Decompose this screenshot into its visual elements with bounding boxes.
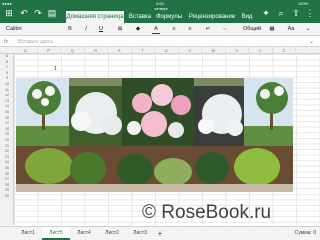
undo-icon[interactable]: ↶ [19,8,29,18]
formula-input[interactable]: Вставьте здесь [18,37,53,47]
sheet-tab[interactable]: Лист3 [126,227,154,240]
row-headers: 5 6 7 8 9 10 11 12 13 14 15 16 17 18 19 … [0,54,14,225]
status-sum: Сумма: 0 [294,230,316,236]
column-header[interactable]: W [202,47,226,54]
row-header[interactable]: 30 [0,194,14,200]
column-header[interactable]: Z [273,47,296,54]
excel-app: ●●●● 3:00 четверг 100% ⊞ ↶ ↷ ▤ Домашняя … [0,0,320,240]
status-battery: 100% [298,1,309,6]
status-left: ●●●● [2,1,12,6]
italic-icon[interactable]: I [82,25,90,34]
font-color-icon[interactable]: A [152,25,160,34]
watermark: © RoseBook.ru [142,202,272,223]
file-icon[interactable]: ▤ [47,8,57,18]
fx-icon: fx [4,39,8,45]
share-icon[interactable]: ⇪ [291,8,301,18]
conditional-format-icon[interactable]: ▦ [268,25,276,34]
expand-icon[interactable]: ⌄ [309,37,314,47]
ribbon: ●●●● 3:00 четверг 100% ⊞ ↶ ↷ ▤ Домашняя … [0,0,320,23]
home-toolbar: Calibri B I U ⊞ ◆ A ≡ ≡ ↵ ⇔ Общий ▦ Аа ⌄ [0,23,320,36]
sheet-tab[interactable]: Лист1 [14,227,42,240]
garden-photo-collage[interactable] [16,78,293,192]
column-header[interactable]: O [14,47,38,54]
fill-color-icon[interactable]: ◆ [134,25,142,34]
underline-icon[interactable]: U [97,25,105,34]
number-format[interactable]: Общий [240,25,264,34]
column-header[interactable]: S [108,47,132,54]
column-header[interactable]: P [38,47,61,54]
column-header[interactable]: U [155,47,179,54]
garden-photo-image [16,78,293,192]
chevron-down-icon[interactable]: ⌄ [304,25,312,34]
column-header[interactable]: R [85,47,108,54]
tab-home[interactable]: Домашняя страница [66,11,124,23]
tab-formulas[interactable]: Формулы [155,11,183,23]
more-icon[interactable]: ⋮ [305,8,315,18]
styles-icon[interactable]: Аа [285,25,297,34]
sheet-tab-active[interactable]: Лист5 [42,227,70,240]
search-icon[interactable]: ⌕ [276,8,286,18]
sheet-tab[interactable]: Лист4 [70,227,98,240]
align-left-icon[interactable]: ≡ [170,25,178,34]
align-center-icon[interactable]: ≡ [186,25,194,34]
column-header[interactable]: Q [61,47,85,54]
cell-value[interactable]: 1 [54,66,57,72]
tab-insert[interactable]: Вставка [126,11,154,23]
redo-icon[interactable]: ↷ [33,8,43,18]
sheet-tabs-bar: Лист1 Лист5 Лист4 Лист2 Лист3 + Сумма: 0 [0,226,320,240]
column-headers: O P Q R S T U V W X Y Z [0,47,320,54]
lightbulb-icon[interactable]: ✦ [261,8,271,18]
column-header[interactable]: T [132,47,155,54]
tab-view[interactable]: Вид [239,11,255,23]
bold-icon[interactable]: B [66,25,74,34]
column-header[interactable]: X [226,47,249,54]
grid-icon[interactable]: ⊞ [4,8,14,18]
sheet-tab[interactable]: Лист2 [98,227,126,240]
font-name[interactable]: Calibri [6,25,40,34]
column-header[interactable]: V [179,47,202,54]
column-header[interactable]: Y [249,47,273,54]
merge-icon[interactable]: ⇔ [221,25,229,34]
tab-review[interactable]: Рецензирование [186,11,238,23]
wrap-text-icon[interactable]: ↵ [204,25,212,34]
add-sheet-icon[interactable]: + [155,227,165,240]
borders-icon[interactable]: ⊞ [116,25,124,34]
corner-cell[interactable] [0,47,14,54]
formula-bar: fx Вставьте здесь ⌄ [0,37,320,47]
